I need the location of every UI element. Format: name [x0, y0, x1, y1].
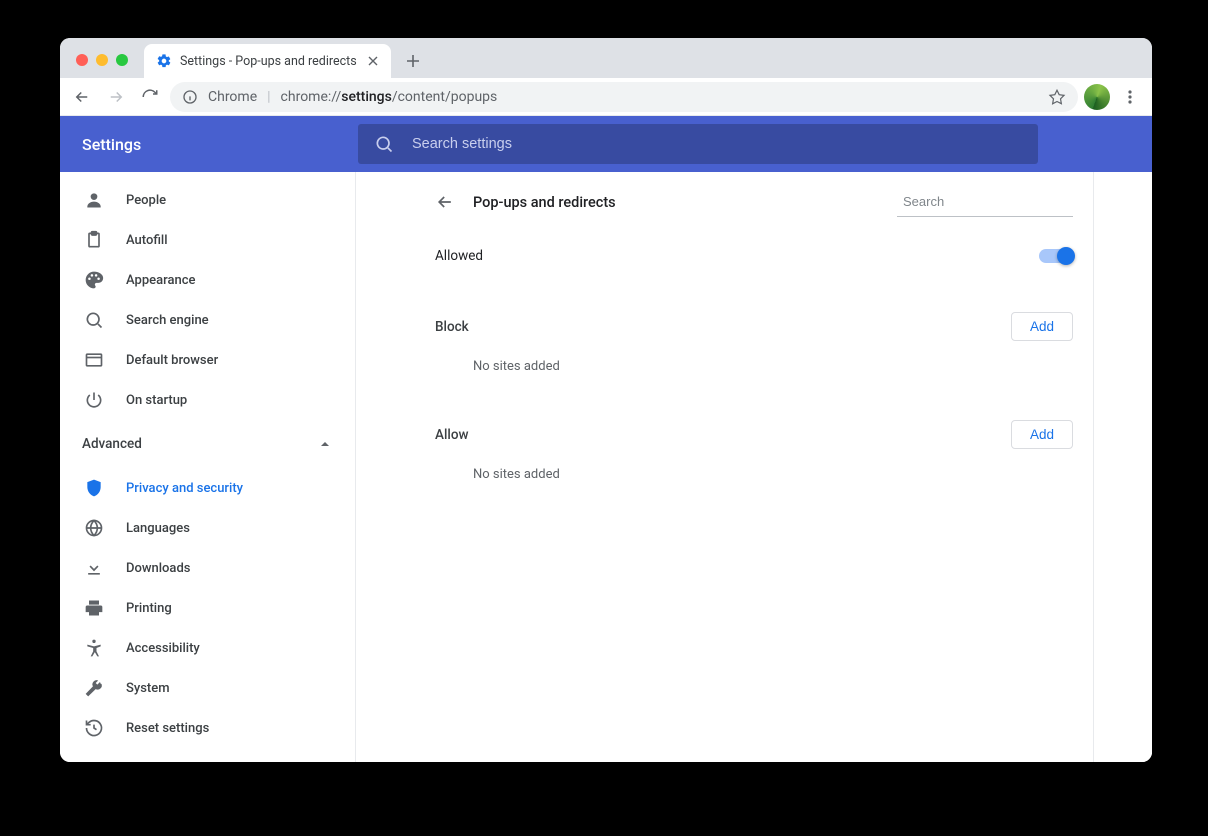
- minimize-window-button[interactable]: [96, 54, 108, 66]
- site-info-icon[interactable]: [182, 89, 198, 105]
- chevron-up-icon: [319, 438, 331, 450]
- advanced-label: Advanced: [82, 436, 142, 452]
- browser-window: Settings - Pop-ups and redirects Chrome …: [60, 38, 1152, 762]
- restore-icon: [84, 718, 104, 738]
- browser-icon: [84, 350, 104, 370]
- sidebar-group-advanced[interactable]: Advanced: [60, 420, 355, 468]
- sidebar-item-accessibility[interactable]: Accessibility: [60, 628, 355, 668]
- browser-tab[interactable]: Settings - Pop-ups and redirects: [144, 44, 391, 78]
- shield-icon: [84, 478, 104, 498]
- content-area: Pop-ups and redirects Allowed Block Add: [356, 172, 1152, 762]
- sidebar-item-privacy-security[interactable]: Privacy and security: [60, 468, 355, 508]
- sidebar-item-label: Privacy and security: [126, 481, 243, 496]
- sidebar-item-people[interactable]: People: [60, 180, 355, 220]
- bookmark-star-icon[interactable]: [1048, 88, 1066, 106]
- block-empty-text: No sites added: [415, 347, 1093, 388]
- download-icon: [84, 558, 104, 578]
- sidebar-item-label: Languages: [126, 521, 190, 536]
- allowed-toggle[interactable]: [1039, 249, 1073, 263]
- clipboard-icon: [84, 230, 104, 250]
- page-title: Pop-ups and redirects: [473, 194, 879, 211]
- sidebar-item-label: Autofill: [126, 233, 168, 248]
- page-back-button[interactable]: [435, 192, 455, 212]
- sidebar-item-on-startup[interactable]: On startup: [60, 380, 355, 420]
- close-window-button[interactable]: [76, 54, 88, 66]
- sidebar-item-default-browser[interactable]: Default browser: [60, 340, 355, 380]
- palette-icon: [84, 270, 104, 290]
- sidebar-item-label: Appearance: [126, 273, 195, 288]
- sidebar-item-autofill[interactable]: Autofill: [60, 220, 355, 260]
- settings-search-input[interactable]: [412, 136, 1022, 152]
- reload-button[interactable]: [136, 83, 164, 111]
- window-controls: [70, 54, 138, 78]
- block-title: Block: [435, 319, 469, 335]
- search-icon: [374, 134, 394, 154]
- block-section-header: Block Add: [415, 298, 1093, 347]
- sidebar-item-label: On startup: [126, 393, 187, 408]
- allow-section-header: Allow Add: [415, 406, 1093, 455]
- sidebar-item-printing[interactable]: Printing: [60, 588, 355, 628]
- sidebar-item-system[interactable]: System: [60, 668, 355, 708]
- allow-add-button[interactable]: Add: [1011, 420, 1073, 449]
- settings-sidebar: People Autofill Appearance Search engine…: [60, 172, 356, 762]
- menu-button[interactable]: [1116, 83, 1144, 111]
- browser-toolbar: Chrome | chrome://settings/content/popup…: [60, 78, 1152, 116]
- allow-empty-text: No sites added: [415, 455, 1093, 496]
- gear-icon: [156, 53, 172, 69]
- sidebar-item-appearance[interactable]: Appearance: [60, 260, 355, 300]
- search-icon: [84, 310, 104, 330]
- globe-icon: [84, 518, 104, 538]
- settings-body: People Autofill Appearance Search engine…: [60, 172, 1152, 762]
- sidebar-item-label: System: [126, 681, 170, 696]
- sidebar-item-label: Downloads: [126, 561, 190, 576]
- sidebar-item-label: Default browser: [126, 353, 218, 368]
- allowed-toggle-row: Allowed: [415, 232, 1093, 280]
- sidebar-item-label: People: [126, 193, 166, 208]
- power-icon: [84, 390, 104, 410]
- settings-search[interactable]: [358, 124, 1038, 164]
- page-search-input[interactable]: [903, 194, 1079, 209]
- maximize-window-button[interactable]: [116, 54, 128, 66]
- sidebar-item-label: Search engine: [126, 313, 209, 328]
- popups-panel: Pop-ups and redirects Allowed Block Add: [414, 172, 1094, 762]
- sidebar-item-label: Accessibility: [126, 641, 200, 656]
- omnibox-url: chrome://settings/content/popups: [281, 89, 498, 105]
- sidebar-item-reset-settings[interactable]: Reset settings: [60, 708, 355, 748]
- forward-button[interactable]: [102, 83, 130, 111]
- print-icon: [84, 598, 104, 618]
- allow-title: Allow: [435, 427, 469, 443]
- wrench-icon: [84, 678, 104, 698]
- accessibility-icon: [84, 638, 104, 658]
- allowed-label: Allowed: [435, 248, 483, 264]
- sidebar-item-downloads[interactable]: Downloads: [60, 548, 355, 588]
- sidebar-item-search-engine[interactable]: Search engine: [60, 300, 355, 340]
- sidebar-item-label: Printing: [126, 601, 172, 616]
- settings-title: Settings: [82, 135, 358, 154]
- settings-header: Settings: [60, 116, 1152, 172]
- sidebar-item-label: Reset settings: [126, 721, 209, 736]
- close-tab-button[interactable]: [365, 53, 381, 69]
- page-header: Pop-ups and redirects: [415, 172, 1093, 232]
- tab-strip: Settings - Pop-ups and redirects: [60, 38, 1152, 78]
- person-icon: [84, 190, 104, 210]
- back-button[interactable]: [68, 83, 96, 111]
- block-add-button[interactable]: Add: [1011, 312, 1073, 341]
- omnibox-origin-label: Chrome: [208, 89, 257, 105]
- address-bar[interactable]: Chrome | chrome://settings/content/popup…: [170, 82, 1078, 112]
- page-search[interactable]: [897, 187, 1073, 217]
- tab-title: Settings - Pop-ups and redirects: [180, 54, 357, 69]
- profile-avatar[interactable]: [1084, 84, 1110, 110]
- toggle-knob: [1057, 247, 1075, 265]
- sidebar-item-languages[interactable]: Languages: [60, 508, 355, 548]
- new-tab-button[interactable]: [399, 47, 427, 75]
